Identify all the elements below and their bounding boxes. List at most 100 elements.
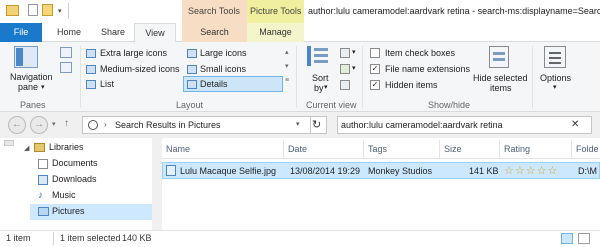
column-header-name[interactable]: Name [162,140,284,159]
hide-selected-items-icon[interactable] [489,46,509,68]
qat-dropdown-icon[interactable]: ▾ [58,7,62,15]
address-dropdown-icon[interactable]: ▾ [296,120,300,128]
sort-by-icon[interactable] [307,46,331,68]
size-columns-icon[interactable] [340,80,350,90]
extra-large-icons-icon [86,49,96,58]
image-file-icon [166,165,176,176]
options-icon[interactable] [544,46,566,68]
medium-icons-option[interactable]: Medium-sized icons [100,64,180,74]
large-icons-option[interactable]: Large icons [200,48,247,58]
ribbon-divider [80,46,81,108]
properties-icon[interactable] [28,4,38,16]
music-icon: ♪ [38,190,43,201]
navigation-pane-icon[interactable] [14,46,38,68]
add-columns-icon[interactable] [340,64,350,74]
extra-large-icons-option[interactable]: Extra large icons [100,48,167,58]
tab-home[interactable]: Home [48,23,90,42]
tab-file[interactable]: File [0,23,42,42]
clear-search-icon[interactable]: ✕ [571,119,579,130]
file-name-extensions-label[interactable]: File name extensions [385,64,470,74]
preview-pane-icon[interactable] [60,47,72,58]
nav-item-libraries-label: Libraries [49,142,84,152]
nav-item-pictures[interactable]: Pictures [30,204,152,220]
hide-selected-items-label-2[interactable]: items [490,83,512,93]
small-icons-icon [187,65,197,74]
nav-scrollbar[interactable] [152,138,162,230]
sort-by-dropdown-icon[interactable]: ▾ [324,83,328,91]
ribbon-divider [362,46,363,108]
details-icon [187,80,197,89]
item-check-boxes-label[interactable]: Item check boxes [385,48,455,58]
sort-by-label-2[interactable]: by [314,83,324,93]
tab-share[interactable]: Share [92,23,134,42]
large-icons-view-icon[interactable] [578,233,590,244]
refresh-icon: ↻ [312,119,322,131]
nav-item-pictures-label: Pictures [52,206,85,216]
group-by-dropdown-icon[interactable]: ▾ [352,48,356,56]
list-option[interactable]: List [100,79,114,89]
address-path[interactable]: Search Results in Pictures [115,120,221,130]
nav-item-music-label: Music [52,190,76,200]
context-search-tools-label: Search Tools [188,6,240,16]
tab-view[interactable]: View [134,23,176,43]
status-item-count: 1 item [6,233,31,243]
details-option-selected[interactable] [183,76,283,92]
show-hide-group-label: Show/hide [428,100,471,110]
options-dropdown-icon[interactable]: ▾ [553,83,557,91]
medium-icons-icon [86,65,96,74]
details-view-icon[interactable] [561,233,573,244]
layout-scroll-down-icon[interactable]: ▾ [285,62,289,70]
layout-group-label: Layout [176,100,204,110]
hidden-items-label[interactable]: Hidden items [385,80,438,90]
rating-stars-icon[interactable]: ☆☆☆☆☆ [504,164,558,177]
nav-item-downloads[interactable]: Downloads [0,172,152,188]
context-picture-tools-label: Picture Tools [250,6,302,16]
file-date: 13/08/2014 19:29 [290,166,361,176]
options-button[interactable]: Options [540,73,571,83]
layout-scroll-up-icon[interactable]: ▴ [285,48,289,56]
layout-more-icon[interactable]: ≡ [285,77,289,84]
add-columns-dropdown-icon[interactable]: ▾ [352,64,356,72]
file-size: 141 KB [469,166,499,176]
file-name[interactable]: Lulu Macaque Selfie.jpg [180,166,276,176]
details-option[interactable]: Details [200,79,228,89]
tab-manage[interactable]: Manage [247,23,304,42]
sort-by-label[interactable]: Sort [312,73,329,83]
address-chevron-icon[interactable]: › [104,120,107,129]
search-results-icon [88,120,98,130]
recent-locations-icon[interactable]: ▾ [52,120,56,128]
nav-item-libraries[interactable]: ◢ Libraries [0,140,152,156]
expand-libraries-icon[interactable]: ◢ [24,144,29,152]
hidden-items-checkbox[interactable]: ✓ [370,80,380,90]
pictures-icon [38,207,49,216]
column-header-tags[interactable]: Tags [364,140,440,159]
column-header-size[interactable]: Size [440,140,500,159]
window-title: author:lulu cameramodel:aardvark retina … [308,6,600,16]
small-icons-option[interactable]: Small icons [200,64,246,74]
column-header-date[interactable]: Date [284,140,364,159]
navigation-pane-label[interactable]: Navigation [10,72,53,82]
group-by-icon[interactable] [340,48,350,58]
column-header-rating[interactable]: Rating [500,140,572,159]
nav-item-music[interactable]: ♪ Music [0,188,152,204]
column-header-folder[interactable]: Folde [572,140,600,159]
file-name-extensions-checkbox[interactable]: ✓ [370,64,380,74]
nav-item-documents[interactable]: Documents [0,156,152,172]
list-icon [86,80,96,89]
large-icons-icon [187,49,197,58]
tab-search[interactable]: Search [182,23,247,42]
details-pane-icon[interactable] [60,62,72,73]
search-input[interactable]: author:lulu cameramodel:aardvark retina [341,120,503,130]
libraries-icon [34,143,45,152]
up-arrow-icon[interactable]: ↑ [64,118,69,129]
qat-divider [68,3,69,19]
item-check-boxes-checkbox[interactable] [370,48,380,58]
status-size: 140 KB [122,233,152,243]
navigation-pane-label-2[interactable]: pane [18,82,38,92]
forward-arrow-icon: → [34,119,44,130]
downloads-icon [38,175,48,185]
navigation-pane-dropdown-icon[interactable]: ▾ [41,83,45,91]
new-folder-icon[interactable] [42,4,53,16]
status-selection: 1 item selected [60,233,121,243]
hide-selected-items-label[interactable]: Hide selected [473,73,528,83]
